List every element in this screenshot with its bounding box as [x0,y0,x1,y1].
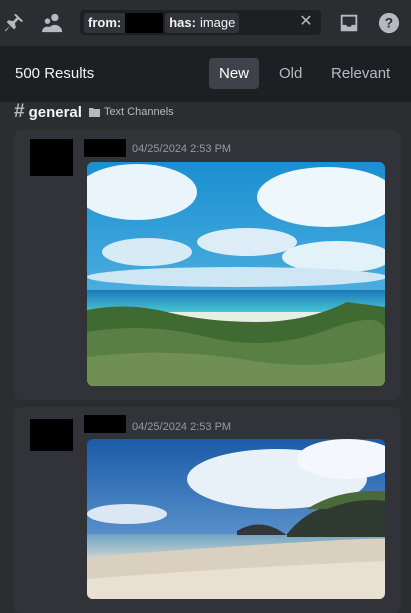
channel-header[interactable]: # general Text Channels [14,101,174,122]
results-count: 500 Results [15,65,95,82]
search-input[interactable]: from: has: image ✕ [80,10,321,35]
filter-value: image [199,15,236,30]
filter-key: from: [88,15,122,30]
sort-relevant-button[interactable]: Relevant [321,58,400,89]
sort-new-button[interactable]: New [209,58,260,89]
channel-category: Text Channels [103,106,174,118]
search-filter-has[interactable]: has: image [165,12,240,33]
results-header: 500 Results New Old Relevant [0,46,411,102]
search-filter-from[interactable]: from: [84,12,164,33]
message-timestamp: 04/25/2024 2:53 PM [132,421,232,433]
username-redacted[interactable] [84,415,126,433]
image-attachment[interactable] [87,439,385,599]
image-attachment[interactable] [87,162,385,386]
search-result-card[interactable]: 04/25/2024 2:53 PM [14,407,401,613]
folder-icon [88,107,100,117]
inbox-icon[interactable] [337,11,361,35]
redacted-value [125,12,164,33]
username-redacted[interactable] [84,139,126,157]
close-icon[interactable]: ✕ [297,13,315,31]
message-timestamp: 04/25/2024 2:53 PM [132,143,232,155]
top-toolbar: from: has: image ✕ ? [0,0,411,46]
hash-icon: # [14,101,25,122]
filter-key: has: [169,15,196,30]
help-icon[interactable]: ? [377,11,401,35]
sort-old-button[interactable]: Old [269,58,312,89]
channel-name: general [28,103,82,121]
beach-image [87,439,385,599]
members-icon[interactable] [41,11,65,35]
avatar[interactable] [30,419,73,451]
avatar[interactable] [30,139,73,176]
svg-text:?: ? [385,16,393,31]
pin-icon[interactable] [2,11,26,35]
search-result-card[interactable]: 04/25/2024 2:53 PM [14,130,401,400]
beach-image [87,162,385,386]
